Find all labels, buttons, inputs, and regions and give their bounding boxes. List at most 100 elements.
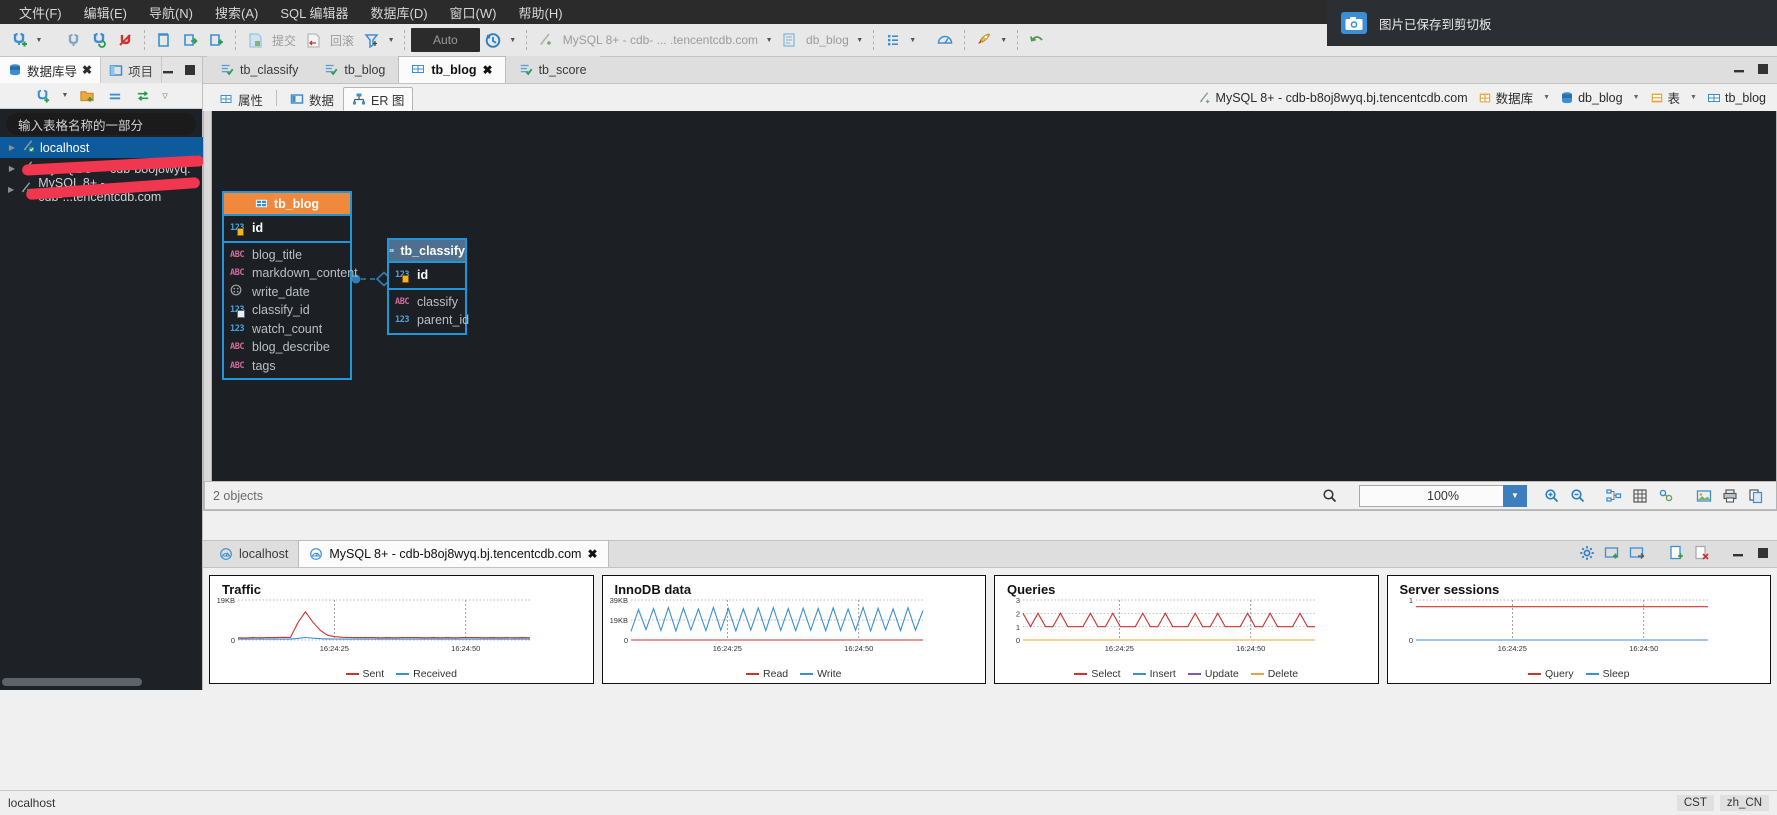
breadcrumb-caret-3[interactable]: ▼: [1687, 94, 1700, 101]
diagram-settings-icon[interactable]: [1653, 483, 1679, 509]
zoom-out-icon[interactable]: [1565, 483, 1591, 509]
dashboard-settings-icon[interactable]: [1577, 543, 1597, 563]
breadcrumb-tables[interactable]: 表: [1647, 88, 1684, 107]
database-label[interactable]: db_blog: [802, 33, 853, 47]
database-dropdown[interactable]: ▼: [853, 27, 867, 53]
menu-file[interactable]: 文件(F): [8, 0, 73, 25]
breadcrumb-caret-2[interactable]: ▼: [1630, 94, 1643, 101]
manage-dashboard-icon[interactable]: [1627, 543, 1647, 563]
connection-selector-icon[interactable]: [533, 27, 559, 53]
dashboard-maximize-button[interactable]: [1753, 543, 1773, 563]
chart-panel[interactable]: Queries 3 2 1 0 16:24:25 16:24:50 Select Insert U…: [994, 575, 1379, 684]
editor-tab-tb-classify[interactable]: tb_classify: [207, 56, 312, 83]
tab-projects[interactable]: 项目: [101, 57, 163, 83]
er-diagram-canvas[interactable]: tb_blog 123 id ABC blog_title ABC markdown_…: [203, 111, 1777, 511]
editor-tab-tb-score[interactable]: tb_score: [505, 56, 600, 83]
save-image-icon[interactable]: [1691, 483, 1717, 509]
er-status-bar: 2 objects 100% ▼: [204, 481, 1776, 510]
tree-item[interactable]: ▶ localhost: [0, 137, 203, 158]
subtab-properties[interactable]: 属性: [211, 87, 271, 111]
undo-icon[interactable]: [1024, 27, 1050, 53]
link-editor-icon[interactable]: [130, 83, 156, 109]
subtab-er-diagram[interactable]: ER 图: [343, 87, 414, 111]
breadcrumb-db-blog[interactable]: db_blog: [1557, 91, 1626, 105]
close-icon[interactable]: ✖: [82, 63, 92, 77]
view-menu-dropdown[interactable]: ▽: [158, 83, 172, 109]
history-icon[interactable]: [480, 27, 506, 53]
collapse-all-icon[interactable]: [102, 83, 128, 109]
connection-dropdown[interactable]: ▼: [762, 27, 776, 53]
menu-sql-editor[interactable]: SQL 编辑器: [269, 0, 359, 25]
search-input[interactable]: 输入表格名称的一部分: [6, 113, 196, 135]
expand-arrow-icon[interactable]: ▶: [6, 143, 18, 152]
dashboard-minimize-button[interactable]: [1728, 543, 1748, 563]
new-connection-icon[interactable]: [6, 27, 32, 53]
new-connection-sidebar-dropdown[interactable]: ▼: [58, 83, 72, 109]
transaction-mode-icon[interactable]: [358, 27, 384, 53]
menu-window[interactable]: 窗口(W): [439, 0, 508, 25]
new-connection-sidebar-icon[interactable]: [30, 83, 56, 109]
expand-arrow-icon[interactable]: ▶: [6, 164, 18, 173]
menu-help[interactable]: 帮助(H): [507, 0, 573, 25]
sidebar-horizontal-scrollbar[interactable]: [2, 678, 142, 686]
editor-tab-tb-blog-table[interactable]: tb_blog ✖: [398, 56, 506, 83]
editor-minimize-button[interactable]: [1729, 59, 1749, 79]
menu-search[interactable]: 搜索(A): [204, 0, 269, 25]
history-dropdown[interactable]: ▼: [506, 27, 520, 53]
zoom-level-dropdown[interactable]: ▼: [1503, 484, 1527, 507]
list-view-icon[interactable]: [880, 27, 906, 53]
rocket-icon[interactable]: [971, 27, 997, 53]
breadcrumb-databases[interactable]: 数据库: [1475, 88, 1537, 107]
editor-maximize-button[interactable]: [1753, 59, 1773, 79]
expand-arrow-icon[interactable]: ▶: [6, 185, 16, 194]
disconnect-icon[interactable]: [60, 27, 86, 53]
transaction-dropdown[interactable]: ▼: [384, 27, 398, 53]
sql-editor-new-icon[interactable]: [151, 27, 177, 53]
menu-edit[interactable]: 编辑(E): [73, 0, 138, 25]
canvas-right-scrollbar[interactable]: [1768, 111, 1776, 510]
disconnect-all-icon[interactable]: [112, 27, 138, 53]
close-icon[interactable]: ✖: [483, 63, 493, 77]
refresh-connection-icon[interactable]: [86, 27, 112, 53]
breadcrumb-connection[interactable]: MySQL 8+ - cdb-b8oj8wyq.bj.tencentcdb.co…: [1195, 91, 1471, 105]
zoom-level-combo[interactable]: 100% ▼: [1359, 484, 1527, 507]
legend-label: Select: [1091, 668, 1121, 680]
subtab-data[interactable]: 数据: [282, 87, 342, 111]
search-diagram-icon[interactable]: [1317, 483, 1343, 509]
sql-check-icon: [519, 62, 533, 79]
copy-diagram-icon[interactable]: [1743, 483, 1769, 509]
auto-commit-label[interactable]: Auto: [411, 28, 480, 52]
sql-editor-open-icon[interactable]: [177, 27, 203, 53]
toggle-grid-icon[interactable]: [1627, 483, 1653, 509]
add-dashboard-icon[interactable]: [1602, 543, 1622, 563]
new-folder-icon[interactable]: [74, 83, 100, 109]
breadcrumb-caret-1[interactable]: ▼: [1540, 94, 1553, 101]
dashboard-tab-mysql[interactable]: MySQL 8+ - cdb-b8oj8wyq.bj.tencentcdb.co…: [298, 540, 609, 567]
er-table-tb-blog[interactable]: tb_blog 123 id ABC blog_title ABC markdown_…: [222, 191, 358, 380]
delete-dashboard-icon[interactable]: [1692, 543, 1712, 563]
breadcrumb-tb-blog[interactable]: tb_blog: [1704, 91, 1769, 105]
minimize-panel-button[interactable]: [158, 60, 178, 80]
menu-navigate[interactable]: 导航(N): [138, 0, 204, 25]
chart-panel[interactable]: InnoDB data 39KB 19KB 0 16:24:25 16:24:50 Read…: [601, 575, 986, 684]
list-view-dropdown[interactable]: ▼: [906, 27, 920, 53]
new-connection-dropdown[interactable]: ▼: [32, 27, 46, 53]
rocket-dropdown[interactable]: ▼: [997, 27, 1011, 53]
zoom-in-icon[interactable]: [1539, 483, 1565, 509]
editor-tab-tb-blog-sql[interactable]: tb_blog: [311, 56, 399, 83]
chart-panel[interactable]: Traffic 19KB 0 16:24:25 16:24:50 Sent Received: [209, 575, 594, 684]
tab-database-navigator[interactable]: 数据库导 ✖: [0, 57, 102, 83]
menu-database[interactable]: 数据库(D): [360, 0, 439, 25]
dashboard-tab-localhost[interactable]: localhost: [209, 540, 298, 567]
er-table-tb-classify[interactable]: tb_classify 123 id ABC classify 123 parent_…: [387, 238, 469, 335]
maximize-panel-button[interactable]: [180, 60, 200, 80]
auto-layout-icon[interactable]: [1601, 483, 1627, 509]
connection-label[interactable]: MySQL 8+ - cdb- ... .tencentcdb.com: [559, 33, 762, 47]
sql-editor-add-icon[interactable]: [203, 27, 229, 53]
dashboard-icon[interactable]: [932, 27, 958, 53]
print-icon[interactable]: [1717, 483, 1743, 509]
export-dashboard-icon[interactable]: [1667, 543, 1687, 563]
chart-panel[interactable]: Server sessions 1 0 16:24:25 16:24:50 Query Sl…: [1386, 575, 1771, 684]
close-icon[interactable]: ✖: [587, 547, 597, 561]
database-selector-icon[interactable]: [776, 27, 802, 53]
